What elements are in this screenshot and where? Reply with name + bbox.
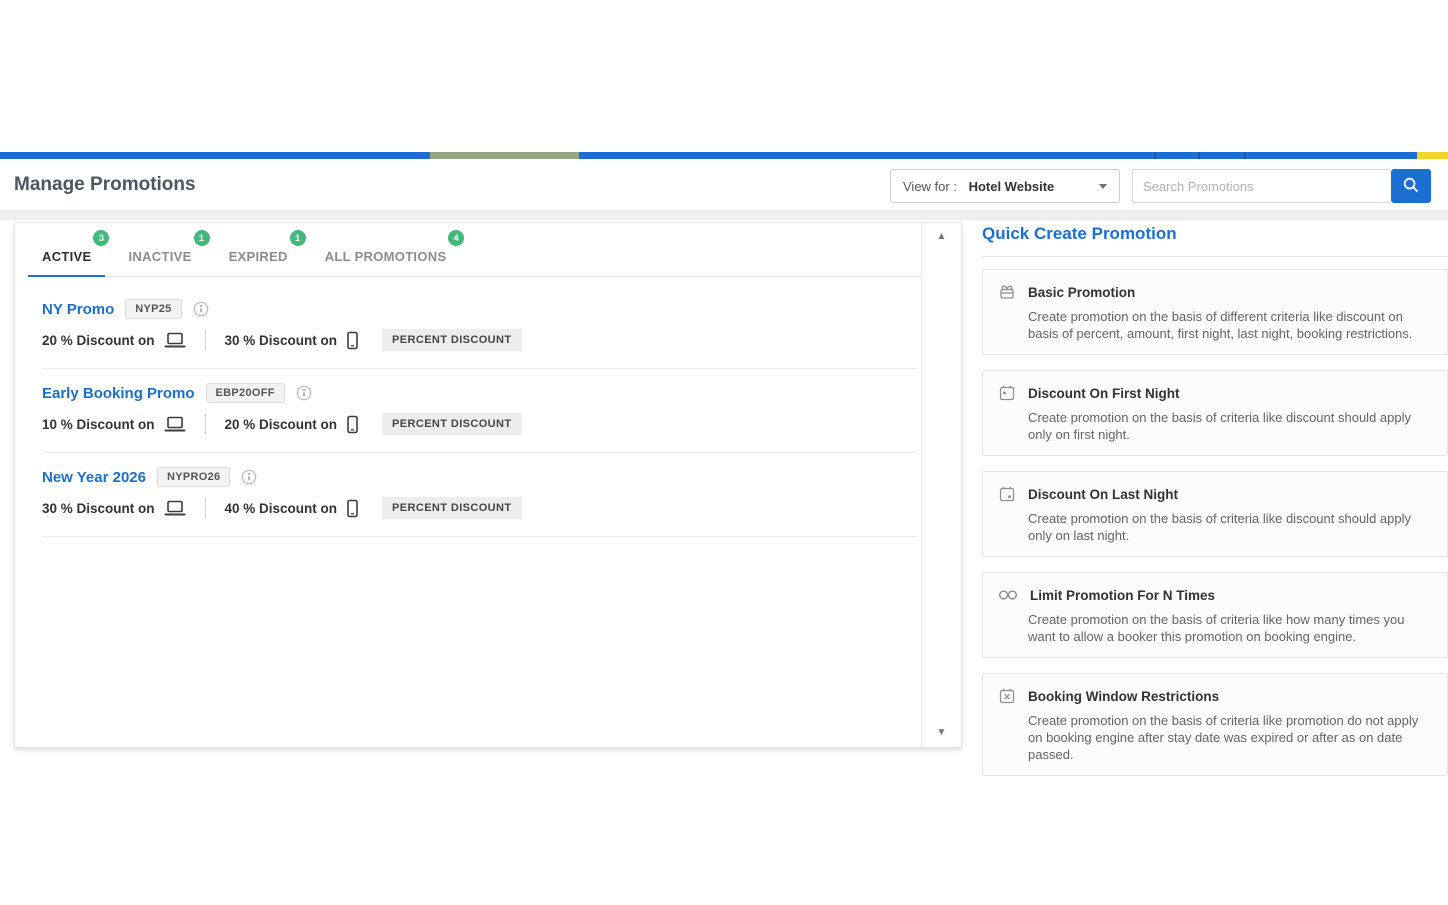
promotions-list: NY Promo NYP25 20 % Discount on 30 % Dis… bbox=[42, 285, 917, 537]
desktop-icon bbox=[164, 332, 186, 349]
card-title: Basic Promotion bbox=[1028, 284, 1136, 300]
info-icon[interactable] bbox=[241, 469, 257, 485]
quick-create-card-discount-first-night[interactable]: Discount On First Night Create promotion… bbox=[982, 370, 1448, 456]
promotion-type-badge: PERCENT DISCOUNT bbox=[382, 497, 522, 519]
search-icon bbox=[1402, 176, 1420, 197]
accent-bar-divider bbox=[1244, 152, 1246, 159]
card-description: Create promotion on the basis of criteri… bbox=[1028, 410, 1411, 442]
promotion-row: NY Promo NYP25 20 % Discount on 30 % Dis… bbox=[42, 285, 917, 369]
scrollbar[interactable]: ▲ ▼ bbox=[921, 223, 961, 747]
tab-label: ACTIVE bbox=[42, 249, 92, 264]
view-for-dropdown[interactable]: View for : Hotel Website bbox=[890, 169, 1120, 203]
card-description: Create promotion on the basis of criteri… bbox=[1028, 511, 1411, 543]
card-title: Booking Window Restrictions bbox=[1028, 688, 1220, 704]
header-separator-strip bbox=[0, 210, 1448, 220]
tab-inactive[interactable]: INACTIVE 1 bbox=[114, 230, 210, 276]
vertical-divider bbox=[204, 414, 206, 434]
card-title: Limit Promotion For N Times bbox=[1030, 587, 1216, 603]
desktop-discount-text: 20 % Discount on bbox=[42, 332, 155, 348]
tab-all-promotions[interactable]: ALL PROMOTIONS 4 bbox=[311, 230, 465, 276]
page-header: Manage Promotions View for : Hotel Websi… bbox=[0, 159, 1448, 210]
promotion-name-link[interactable]: Early Booking Promo bbox=[42, 385, 195, 402]
quick-create-title: Quick Create Promotion bbox=[982, 224, 1177, 243]
tab-label: INACTIVE bbox=[128, 249, 192, 264]
tab-label: EXPIRED bbox=[228, 249, 288, 264]
promotions-panel: ACTIVE 3 INACTIVE 1 EXPIRED 1 ALL PROMOT… bbox=[14, 222, 962, 748]
desktop-discount-text: 30 % Discount on bbox=[42, 500, 155, 516]
tab-count-badge: 4 bbox=[448, 230, 465, 246]
search-button[interactable] bbox=[1391, 169, 1431, 203]
quick-create-divider bbox=[982, 256, 1448, 257]
promotion-code-chip: EBP20OFF bbox=[205, 383, 285, 403]
desktop-discount-text: 10 % Discount on bbox=[42, 416, 155, 432]
desktop-icon bbox=[164, 500, 186, 517]
promotion-row: Early Booking Promo EBP20OFF 10 % Discou… bbox=[42, 369, 917, 453]
calendar-restriction-icon bbox=[997, 686, 1017, 706]
tab-active[interactable]: ACTIVE 3 bbox=[28, 230, 110, 277]
gift-icon bbox=[997, 282, 1017, 302]
infinity-icon bbox=[997, 585, 1019, 605]
calendar-first-night-icon bbox=[997, 383, 1017, 403]
accent-bar-olive-segment bbox=[430, 152, 579, 159]
card-description: Create promotion on the basis of criteri… bbox=[1028, 713, 1419, 762]
card-description: Create promotion on the basis of differe… bbox=[1028, 309, 1413, 341]
scroll-down-button[interactable]: ▼ bbox=[922, 728, 961, 738]
tab-count-badge: 1 bbox=[289, 230, 306, 246]
tab-expired[interactable]: EXPIRED 1 bbox=[215, 230, 306, 276]
vertical-divider bbox=[204, 330, 206, 350]
card-description: Create promotion on the basis of criteri… bbox=[1028, 612, 1405, 644]
mobile-icon bbox=[346, 415, 359, 434]
quick-create-card-booking-window-restrictions[interactable]: Booking Window Restrictions Create promo… bbox=[982, 673, 1448, 776]
mobile-discount-text: 40 % Discount on bbox=[224, 500, 338, 516]
promotions-tabs: ACTIVE 3 INACTIVE 1 EXPIRED 1 ALL PROMOT… bbox=[28, 230, 933, 277]
vertical-divider bbox=[204, 498, 206, 518]
chevron-down-icon bbox=[1099, 183, 1107, 189]
view-for-label: View for : bbox=[903, 178, 961, 194]
quick-create-card-discount-last-night[interactable]: Discount On Last Night Create promotion … bbox=[982, 471, 1448, 557]
mobile-icon bbox=[346, 499, 359, 518]
accent-bar-divider bbox=[1154, 152, 1156, 159]
mobile-icon bbox=[346, 331, 359, 350]
quick-create-card-limit-n-times[interactable]: Limit Promotion For N Times Create promo… bbox=[982, 572, 1448, 658]
accent-bar-yellow-segment bbox=[1417, 152, 1448, 159]
view-for-value: Hotel Website bbox=[968, 178, 1055, 194]
tab-count-badge: 3 bbox=[93, 230, 110, 246]
mobile-discount-text: 20 % Discount on bbox=[224, 416, 338, 432]
top-accent-bar bbox=[0, 152, 1448, 159]
info-icon[interactable] bbox=[296, 385, 312, 401]
promotion-type-badge: PERCENT DISCOUNT bbox=[382, 329, 522, 351]
tab-label: ALL PROMOTIONS bbox=[324, 249, 447, 264]
promotion-name-link[interactable]: NY Promo bbox=[42, 301, 114, 318]
quick-create-panel: Quick Create Promotion Basic Promotion C… bbox=[982, 224, 1448, 791]
quick-create-card-basic-promotion[interactable]: Basic Promotion Create promotion on the … bbox=[982, 269, 1448, 355]
calendar-last-night-icon bbox=[997, 484, 1017, 504]
card-title: Discount On Last Night bbox=[1028, 486, 1178, 502]
info-icon[interactable] bbox=[193, 301, 209, 317]
promotion-name-link[interactable]: New Year 2026 bbox=[42, 469, 146, 486]
scroll-up-button[interactable]: ▲ bbox=[922, 232, 961, 242]
promotion-type-badge: PERCENT DISCOUNT bbox=[382, 413, 522, 435]
mobile-discount-text: 30 % Discount on bbox=[224, 332, 338, 348]
page-title: Manage Promotions bbox=[14, 174, 196, 195]
promotion-code-chip: NYPRO26 bbox=[156, 467, 231, 487]
search-input[interactable] bbox=[1132, 169, 1391, 203]
desktop-icon bbox=[164, 416, 186, 433]
accent-bar-divider bbox=[1198, 152, 1200, 159]
tab-count-badge: 1 bbox=[193, 230, 210, 246]
promotion-row: New Year 2026 NYPRO26 30 % Discount on 4… bbox=[42, 453, 917, 537]
card-title: Discount On First Night bbox=[1028, 385, 1180, 401]
promotion-code-chip: NYP25 bbox=[125, 299, 182, 319]
